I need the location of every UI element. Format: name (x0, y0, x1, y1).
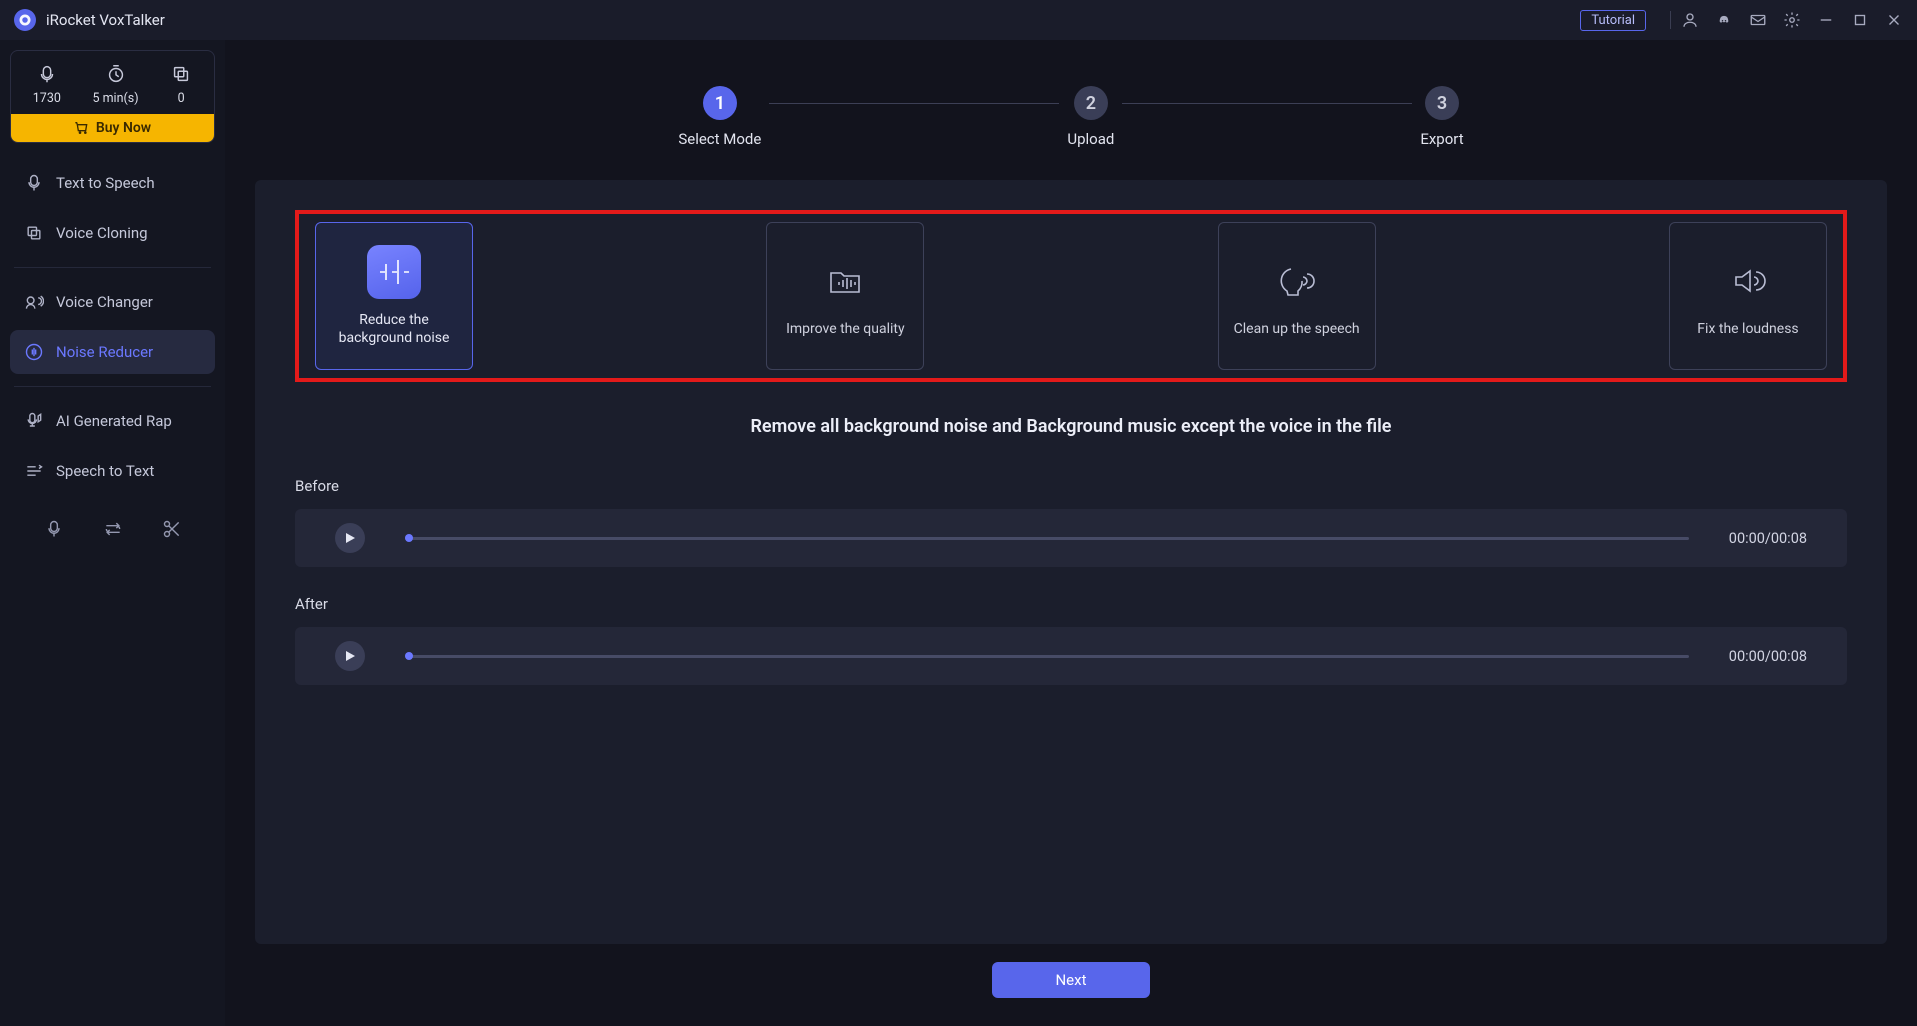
close-icon[interactable] (1885, 11, 1903, 29)
mode-label: Fix the loudness (1689, 320, 1806, 338)
nav-text-to-speech[interactable]: Text to Speech (10, 161, 215, 205)
user-icon[interactable] (1681, 11, 1699, 29)
loop-icon[interactable] (103, 519, 123, 539)
nav-label: Noise Reducer (56, 343, 153, 361)
nav-voice-cloning[interactable]: Voice Cloning (10, 211, 215, 255)
clone-icon (24, 223, 44, 243)
footer: Next (225, 944, 1917, 1026)
nav-noise-reducer[interactable]: Noise Reducer (10, 330, 215, 374)
mode-label: Clean up the speech (1226, 320, 1368, 338)
credit-characters: 1730 (33, 63, 61, 106)
nav-speech-to-text[interactable]: Speech to Text (10, 449, 215, 493)
before-time: 00:00/00:08 (1729, 530, 1807, 547)
step-select-mode: 1 Select Mode (678, 86, 761, 148)
play-button-after[interactable] (335, 641, 365, 671)
tutorial-button[interactable]: Tutorial (1580, 10, 1646, 31)
nav-label: Voice Cloning (56, 224, 148, 242)
divider (1670, 11, 1671, 29)
step-label: Export (1420, 130, 1463, 148)
step-export: 3 Export (1420, 86, 1463, 148)
waveform-icon (367, 245, 421, 299)
step-number: 3 (1425, 86, 1459, 120)
nav-label: AI Generated Rap (56, 412, 172, 430)
voice-changer-icon (24, 292, 44, 312)
mail-icon[interactable] (1749, 11, 1767, 29)
step-label: Upload (1067, 130, 1114, 148)
mode-fix-loudness[interactable]: Fix the loudness (1669, 222, 1827, 370)
discord-icon[interactable] (1715, 11, 1733, 29)
app-title: iRocket VoxTalker (46, 11, 165, 29)
after-player: 00:00/00:08 (295, 627, 1847, 685)
after-track[interactable] (405, 655, 1689, 658)
nav-ai-rap[interactable]: AI Generated Rap (10, 399, 215, 443)
after-time: 00:00/00:08 (1729, 648, 1807, 665)
after-label: After (295, 595, 1847, 613)
buy-label: Buy Now (96, 120, 151, 136)
nav-label: Speech to Text (56, 462, 154, 480)
credit-value: 5 min(s) (92, 91, 138, 106)
step-connector (769, 103, 1059, 104)
titlebar: iRocket VoxTalker Tutorial (0, 0, 1917, 40)
before-player: 00:00/00:08 (295, 509, 1847, 567)
credit-value: 0 (178, 91, 185, 106)
nav-label: Voice Changer (56, 293, 153, 311)
speaker-icon (1721, 254, 1775, 308)
mode-reduce-noise[interactable]: Reduce the background noise (315, 222, 473, 370)
folder-audio-icon (818, 254, 872, 308)
divider (14, 267, 211, 268)
mic-icon (24, 173, 44, 193)
mode-label: Reduce the background noise (316, 311, 472, 347)
divider (14, 386, 211, 387)
before-label: Before (295, 477, 1847, 495)
maximize-icon[interactable] (1851, 11, 1869, 29)
nav-voice-changer[interactable]: Voice Changer (10, 280, 215, 324)
app-logo-icon (14, 9, 36, 31)
step-number: 2 (1074, 86, 1108, 120)
minimize-icon[interactable] (1817, 11, 1835, 29)
step-upload: 2 Upload (1067, 86, 1114, 148)
sidebar: 1730 5 min(s) 0 Buy Now (0, 40, 225, 1026)
cut-icon[interactable] (162, 519, 182, 539)
stepper: 1 Select Mode 2 Upload 3 Export (225, 60, 1917, 156)
head-speech-icon (1270, 254, 1324, 308)
record-icon[interactable] (44, 519, 64, 539)
before-track[interactable] (405, 537, 1689, 540)
nav-label: Text to Speech (56, 174, 155, 192)
main-content: 1 Select Mode 2 Upload 3 Export (225, 40, 1917, 1026)
mode-clean-speech[interactable]: Clean up the speech (1218, 222, 1376, 370)
mode-selection-highlight: Reduce the background noise Improve the … (295, 210, 1847, 382)
buy-now-button[interactable]: Buy Now (11, 114, 214, 142)
mode-label: Improve the quality (778, 320, 913, 338)
mode-description: Remove all background noise and Backgrou… (295, 416, 1847, 437)
step-connector (1122, 103, 1412, 104)
content-panel: Reduce the background noise Improve the … (255, 180, 1887, 944)
mode-improve-quality[interactable]: Improve the quality (766, 222, 924, 370)
step-number: 1 (703, 86, 737, 120)
credit-value: 1730 (33, 91, 61, 106)
credit-other: 0 (170, 63, 192, 106)
step-label: Select Mode (678, 130, 761, 148)
stt-icon (24, 461, 44, 481)
rap-icon (24, 411, 44, 431)
next-button[interactable]: Next (992, 962, 1150, 998)
noise-reducer-icon (24, 342, 44, 362)
settings-icon[interactable] (1783, 11, 1801, 29)
credit-duration: 5 min(s) (92, 63, 138, 106)
play-button-before[interactable] (335, 523, 365, 553)
credits-card: 1730 5 min(s) 0 Buy Now (10, 50, 215, 143)
